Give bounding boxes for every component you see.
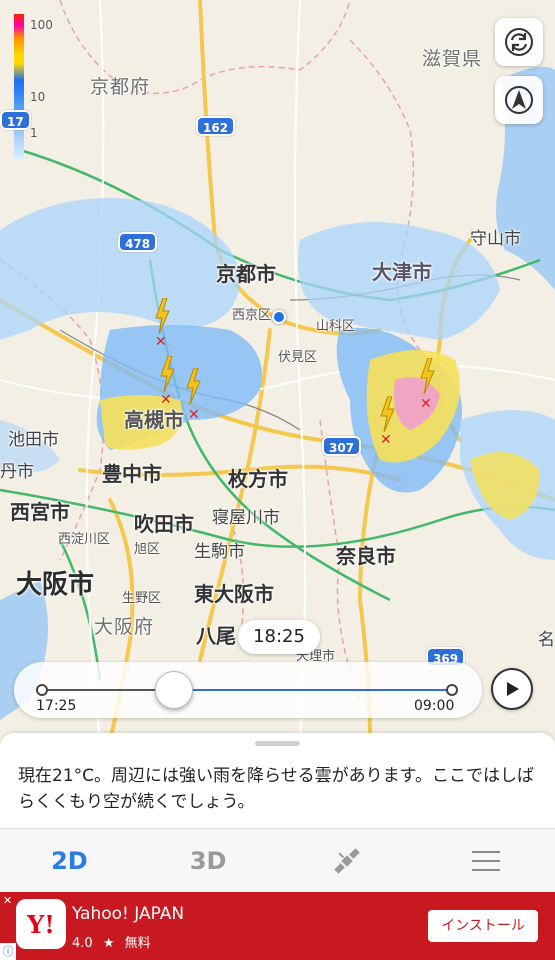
map-label-asahi-ku: 旭区 — [134, 542, 161, 557]
timeline-start-point — [36, 684, 48, 696]
satellite-icon — [334, 847, 360, 874]
map-label-nishiyodogawa-ku: 西淀川区 — [58, 532, 111, 547]
weather-message: 現在21°C。周辺には強い雨を降らせる雲があります。ここではしばらくくもり空が続… — [18, 766, 534, 812]
ad-app-title: Yahoo! JAPAN — [72, 904, 185, 924]
map-label-moriyama-shi: 守山市 — [470, 229, 521, 249]
tab-2d[interactable]: 2D — [0, 829, 139, 892]
lightning-strike-mark: ✕ — [380, 432, 392, 448]
star-icon: ★ — [102, 936, 115, 951]
map-label-osaka-fu: 大阪府 — [94, 616, 155, 638]
lightning-icon — [160, 356, 175, 392]
legend-tick-1: 1 — [30, 126, 38, 140]
play-button[interactable] — [491, 668, 533, 710]
map-label-kyoto-shi: 京都市 — [216, 262, 276, 286]
road-shield-478: 478 — [118, 232, 158, 252]
map-label-nishinomiya-shi: 西宮市 — [10, 500, 70, 524]
map-label-nishikyo-ku: 西京区 — [232, 308, 272, 323]
road-shield-307: 307 — [322, 436, 362, 456]
weather-map[interactable]: 100 10 1 京都府 滋賀県 京都市 大津市 守山市 西京区 山科区 伏見区… — [0, 0, 555, 740]
lightning-strike-mark: ✕ — [188, 407, 200, 423]
map-label-higashiosaka-shi: 東大阪市 — [194, 582, 274, 606]
map-label-ikoma-shi: 生駒市 — [194, 542, 245, 562]
road-shield-162: 162 — [196, 116, 236, 136]
map-label-itami-shi: 丹市 — [0, 462, 34, 482]
map-label-fushimi-ku: 伏見区 — [278, 350, 318, 365]
map-label-kyoto-fu: 京都府 — [90, 76, 151, 98]
bottom-tab-bar: 2D 3D — [0, 828, 555, 892]
map-label-hirakata-shi: 枚方市 — [228, 467, 288, 491]
refresh-icon — [505, 28, 533, 56]
play-icon — [507, 682, 519, 696]
timeline-start-label: 17:25 — [36, 698, 77, 714]
lightning-strike-mark: ✕ — [155, 334, 167, 350]
timeline-end-label: 09:00 — [414, 698, 455, 714]
precipitation-legend: 100 10 1 — [10, 14, 58, 159]
tab-menu[interactable] — [416, 829, 555, 892]
lightning-icon — [380, 396, 395, 432]
north-button[interactable] — [495, 76, 543, 124]
map-label-suita-shi: 吹田市 — [134, 512, 194, 536]
timeline-track-progress — [173, 689, 454, 691]
ad-close-icon[interactable]: ✕ — [3, 894, 12, 907]
menu-icon — [471, 850, 500, 871]
road-shield-17: 17 — [0, 110, 31, 130]
current-time-badge: 18:25 — [238, 620, 320, 654]
tab-3d[interactable]: 3D — [139, 829, 278, 892]
map-label-takatsuki-shi: 高槻市 — [124, 408, 184, 432]
ad-banner[interactable]: Y! Yahoo! JAPAN 4.0 ★ 無料 インストール ⓘ ✕ — [0, 892, 555, 960]
ad-price: 無料 — [124, 936, 151, 951]
yahoo-app-logo: Y! — [16, 899, 66, 949]
legend-tick-100: 100 — [30, 18, 53, 32]
ad-info-icon[interactable]: ⓘ — [0, 943, 16, 960]
map-label-osaka-shi: 大阪市 — [16, 570, 95, 600]
ad-app-meta: 4.0 ★ 無料 — [72, 932, 151, 951]
map-label-na: 名 — [538, 630, 555, 650]
legend-tick-10: 10 — [30, 90, 46, 104]
lightning-icon — [420, 358, 435, 394]
timeline-slider[interactable]: 17:25 09:00 — [14, 662, 482, 718]
legend-color-scale — [14, 14, 24, 159]
map-label-yao: 八尾 — [196, 624, 236, 648]
timeline-end-point — [446, 684, 458, 696]
map-label-ikuno-ku: 生野区 — [122, 591, 162, 606]
map-label-toyonaka-shi: 豊中市 — [102, 462, 162, 486]
weather-summary-sheet[interactable]: 現在21°C。周辺には強い雨を降らせる雲があります。ここではしばらくくもり空が続… — [0, 733, 555, 828]
lightning-strike-mark: ✕ — [160, 392, 172, 408]
sheet-grabber-handle[interactable] — [255, 741, 300, 746]
ad-rating: 4.0 — [72, 936, 93, 951]
map-label-ikeda-shi: 池田市 — [8, 430, 59, 450]
compass-control[interactable] — [495, 76, 543, 124]
map-label-nara-shi: 奈良市 — [336, 544, 396, 568]
lightning-strike-mark: ✕ — [420, 396, 432, 412]
lightning-icon — [186, 368, 201, 404]
refresh-control[interactable] — [495, 18, 543, 66]
map-label-yamashina-ku: 山科区 — [316, 319, 356, 334]
lightning-icon — [155, 298, 170, 334]
timeline-thumb[interactable] — [154, 671, 193, 709]
tab-satellite[interactable] — [278, 829, 417, 892]
map-label-shiga-ken: 滋賀県 — [422, 48, 483, 70]
navigation-arrow-icon — [505, 86, 533, 114]
refresh-button[interactable] — [495, 18, 543, 66]
map-label-otsu-shi: 大津市 — [372, 260, 432, 284]
map-label-neyagawa-shi: 寝屋川市 — [212, 508, 280, 528]
ad-install-button[interactable]: インストール — [428, 910, 538, 942]
current-location-dot — [272, 310, 286, 324]
